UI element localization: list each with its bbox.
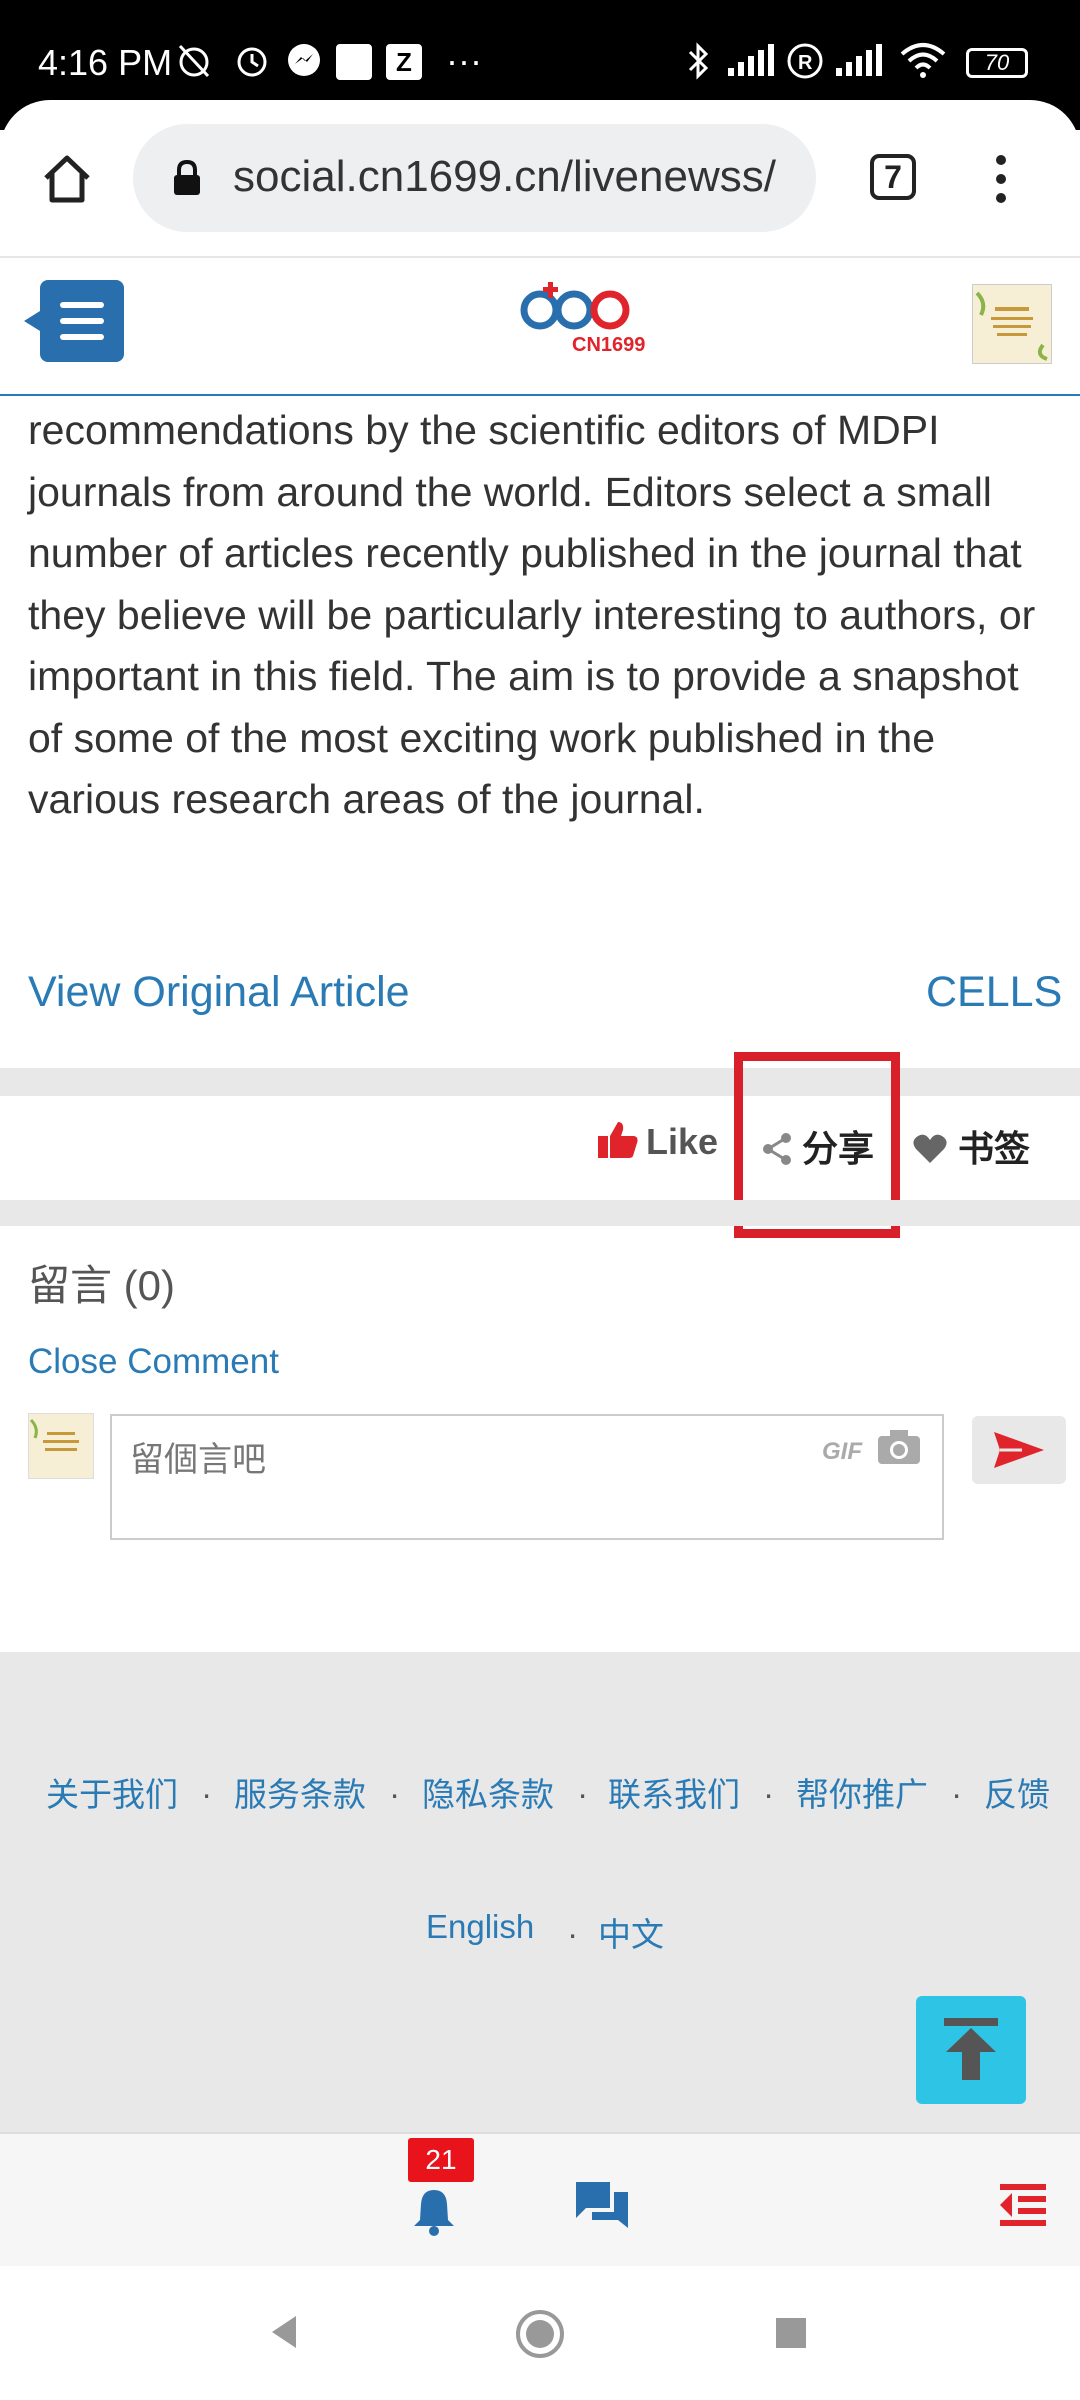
notification-badge: 21	[408, 2138, 474, 2182]
more-notifications-icon: ···	[446, 40, 482, 81]
send-comment-button[interactable]	[972, 1416, 1066, 1484]
z-app-icon: Z	[386, 44, 422, 80]
footer-separator: .	[202, 1768, 212, 1805]
footer-separator: .	[568, 1908, 578, 1945]
article-actions: Like 分享 书签	[0, 1096, 1080, 1200]
commenter-avatar	[28, 1413, 94, 1479]
hamburger-menu-button[interactable]	[24, 280, 124, 362]
back-to-top-button[interactable]	[916, 1996, 1026, 2104]
alarm-off-icon	[174, 40, 214, 89]
chat-icon[interactable]	[574, 2178, 630, 2239]
notification-app-icon	[336, 44, 372, 80]
footer-separator: .	[952, 1768, 962, 1805]
article-body: recommendations by the scientific editor…	[28, 407, 1036, 822]
like-label: Like	[646, 1121, 719, 1162]
footer-separator: .	[578, 1768, 588, 1805]
like-button[interactable]: Like	[596, 1120, 718, 1163]
comment-input[interactable]: 留個言吧 GIF	[110, 1414, 944, 1540]
system-nav-bar	[0, 2266, 1080, 2400]
lock-icon	[171, 158, 203, 203]
menu-indent-icon[interactable]	[996, 2180, 1050, 2237]
view-original-article-link[interactable]: View Original Article	[28, 968, 410, 1017]
site-logo[interactable]: CN1699	[518, 278, 645, 368]
section-divider	[0, 1068, 1080, 1096]
tab-switcher-button[interactable]: 7	[870, 154, 916, 200]
roaming-icon: R	[786, 42, 824, 85]
more-menu-icon[interactable]	[994, 154, 1008, 209]
back-icon[interactable]	[264, 2312, 304, 2357]
footer-link-privacy[interactable]: 隐私条款	[422, 1768, 554, 1816]
comments-title: 留言 (0)	[28, 1262, 176, 1309]
thumbs-up-icon	[598, 1122, 638, 1158]
send-icon	[994, 1432, 1044, 1468]
footer-link-contact[interactable]: 联系我们	[608, 1768, 740, 1816]
status-time: 4:16 PM	[38, 42, 173, 83]
svg-text:R: R	[798, 52, 813, 74]
bluetooth-icon	[686, 40, 712, 87]
address-bar[interactable]: social.cn1699.cn/livenewss/	[133, 124, 816, 232]
battery-icon: 70	[966, 48, 1028, 78]
close-comment-link[interactable]: Close Comment	[28, 1342, 279, 1382]
footer-link-about[interactable]: 关于我们	[46, 1768, 178, 1816]
comment-placeholder: 留個言吧	[130, 1441, 266, 1479]
messenger-icon	[286, 42, 322, 87]
footer-separator: .	[390, 1768, 400, 1805]
bookmark-label: 书签	[958, 1128, 1031, 1169]
language-english-link[interactable]: English	[426, 1908, 534, 1946]
url-text[interactable]: social.cn1699.cn/livenewss/	[233, 152, 803, 202]
recents-icon[interactable]	[774, 2316, 808, 2355]
footer-link-promote[interactable]: 帮你推广	[796, 1768, 928, 1816]
user-avatar[interactable]	[972, 284, 1052, 364]
section-divider	[0, 1200, 1080, 1226]
home-circle-icon[interactable]	[514, 2308, 566, 2365]
wifi-icon	[898, 40, 948, 85]
heart-icon	[913, 1134, 947, 1163]
gif-button[interactable]: GIF	[822, 1438, 862, 1466]
alarm-icon	[232, 40, 272, 89]
site-header: CN1699	[0, 258, 1080, 396]
signal-icon-1	[726, 42, 778, 83]
app-bottom-nav: 21	[0, 2132, 1080, 2266]
arrow-up-icon	[944, 2018, 998, 2080]
signal-icon-2	[834, 42, 886, 83]
journal-tag-link[interactable]: CELLS	[926, 968, 1062, 1017]
browser-toolbar: social.cn1699.cn/livenewss/ 7	[0, 100, 1080, 258]
footer-link-feedback[interactable]: 反馈	[984, 1768, 1050, 1816]
home-icon[interactable]	[40, 152, 94, 211]
bookmark-button[interactable]: 书签	[912, 1120, 1030, 1172]
language-chinese-link[interactable]: 中文	[598, 1908, 664, 1956]
footer-separator: .	[764, 1768, 774, 1805]
logo-text: CN1699	[572, 334, 646, 356]
footer-link-terms[interactable]: 服务条款	[234, 1768, 366, 1816]
bell-icon[interactable]	[412, 2186, 456, 2241]
camera-icon[interactable]	[876, 1428, 922, 1466]
